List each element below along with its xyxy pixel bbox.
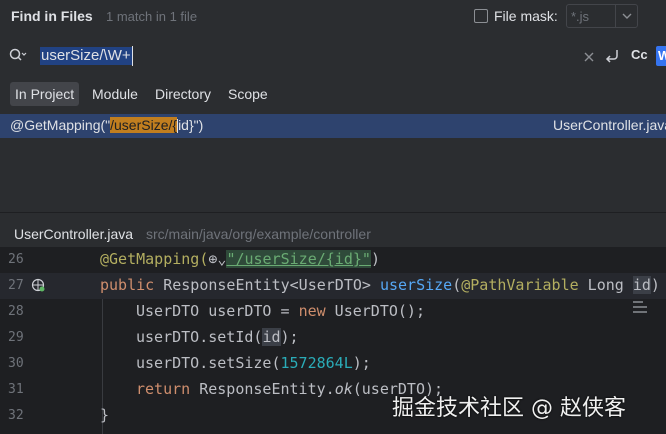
line-number: 31 [8, 382, 24, 397]
code-token: ResponseEntity<UserDTO> [154, 276, 380, 294]
line-number: 32 [8, 408, 24, 423]
code-token: ); [280, 328, 299, 346]
result-match-highlight: /userSize/{ [110, 117, 178, 133]
dialog-title: Find in Files [11, 8, 93, 24]
identifier-token: id [632, 276, 651, 294]
code-line-26: 26 @GetMapping(⊕⌄"/userSize/{id}") [0, 247, 666, 273]
search-row: userSize/\W+ Cc W [0, 38, 666, 74]
code-line-27: 27 public ResponseEntity<UserDTO> userSi… [0, 273, 666, 299]
result-prefix: @GetMapping(" [10, 117, 111, 133]
code-line-28: 28 UserDTO userDTO = new UserDTO(); [0, 299, 666, 325]
code-token: ); [352, 354, 371, 372]
code-token: ( [452, 276, 462, 294]
identifier-token: id [262, 328, 281, 346]
match-case-toggle[interactable]: Cc [631, 47, 648, 62]
search-input[interactable]: userSize/\W+ [40, 47, 132, 65]
watermark: 掘金技术社区 @ 赵侠客 [392, 396, 626, 421]
preview-file-name: UserController.java [14, 226, 134, 242]
chevron-down-icon[interactable] [615, 5, 637, 27]
code-token: userDTO.setId( [136, 328, 263, 346]
annotation-token: @PathVariable [461, 276, 579, 294]
words-toggle[interactable]: W [656, 46, 666, 66]
code-token: ResponseEntity. [190, 380, 335, 398]
result-row[interactable]: @GetMapping("/userSize/{id}") UserContro… [0, 114, 666, 138]
tab-scope[interactable]: Scope [223, 82, 273, 106]
code-text: userDTO.setSize(1572864L); [136, 354, 371, 372]
code-text: UserDTO userDTO = new UserDTO(); [136, 302, 425, 320]
match-count: 1 match in 1 file [106, 9, 198, 24]
code-token: userDTO.setSize( [136, 354, 281, 372]
file-mask-checkbox[interactable] [474, 9, 488, 23]
file-mask-input[interactable]: *.js [566, 4, 638, 28]
string-token: "/userSize/{id}" [226, 250, 371, 268]
file-mask-label: File mask: [494, 8, 558, 24]
find-in-files-header: Find in Files 1 match in 1 file File mas… [0, 0, 666, 34]
line-number: 29 [8, 330, 24, 345]
code-line-30: 30 userDTO.setSize(1572864L); [0, 351, 666, 377]
line-number: 28 [8, 304, 24, 319]
result-line-text: @GetMapping("/userSize/{id}") [10, 117, 204, 134]
reader-mode-icon[interactable] [630, 297, 650, 317]
code-token: UserDTO(); [325, 302, 425, 320]
code-token: ) [650, 276, 660, 294]
line-number: 27 [8, 278, 24, 293]
endpoint-gutter-icon[interactable] [31, 278, 45, 292]
code-token: Long [578, 276, 633, 294]
line-number: 26 [8, 252, 24, 267]
keyword-token: new [298, 302, 326, 320]
scope-tabs: In Project Module Directory Scope [0, 78, 666, 110]
code-line-29: 29 userDTO.setId(id); [0, 325, 666, 351]
preview-file-path: src/main/java/org/example/controller [146, 226, 371, 242]
file-mask-value: *.js [571, 9, 590, 24]
method-token: ok [334, 380, 353, 398]
new-line-icon[interactable] [603, 47, 621, 65]
code-text: @GetMapping(⊕⌄"/userSize/{id}") [100, 250, 380, 268]
text-caret [132, 46, 133, 66]
keyword-token: return [136, 380, 191, 398]
keyword-token: public [100, 276, 155, 294]
preview-header: UserController.java src/main/java/org/ex… [0, 213, 666, 247]
tab-in-project[interactable]: In Project [10, 82, 80, 106]
result-suffix: id}") [178, 117, 204, 133]
code-token: ) [370, 250, 380, 268]
close-icon[interactable] [583, 50, 595, 62]
annotation-token: @GetMapping( [100, 250, 209, 268]
result-file-name: UserController.java [553, 117, 666, 133]
tab-directory[interactable]: Directory [150, 82, 216, 106]
results-list: @GetMapping("/userSize/{id}") UserContro… [0, 114, 666, 212]
search-history-icon[interactable] [8, 47, 28, 65]
function-token: userSize [379, 276, 453, 294]
tab-module[interactable]: Module [87, 82, 143, 106]
line-number: 30 [8, 356, 24, 371]
code-text: public ResponseEntity<UserDTO> userSize(… [100, 276, 660, 294]
code-text: } [100, 406, 110, 424]
number-token: 1572864L [280, 354, 353, 372]
code-text: userDTO.setId(id); [136, 328, 299, 346]
code-token: UserDTO userDTO = [136, 302, 299, 320]
